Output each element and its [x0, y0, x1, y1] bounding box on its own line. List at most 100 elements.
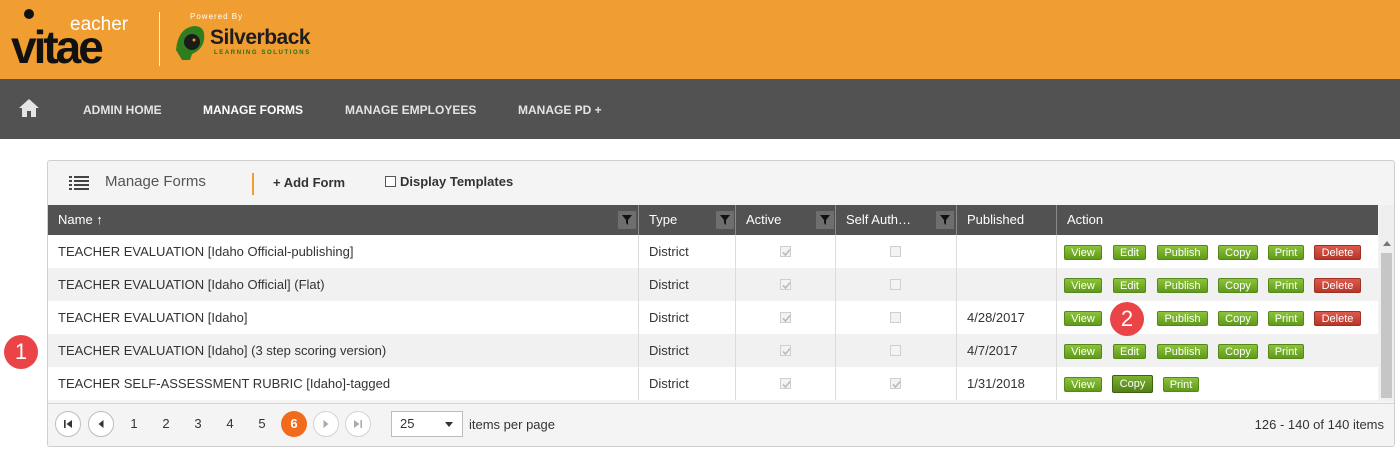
copy-button[interactable]: Copy [1218, 278, 1258, 293]
print-button[interactable]: Print [1268, 344, 1304, 359]
partner-name: Silverback [210, 26, 311, 49]
items-per-page-label: items per page [469, 417, 555, 432]
publish-button[interactable]: Publish [1157, 278, 1208, 293]
header-divider [159, 12, 160, 66]
filter-type-icon[interactable] [716, 211, 734, 229]
first-page-button[interactable] [55, 411, 81, 437]
cell-self-auth [836, 235, 957, 268]
page-3-button[interactable]: 3 [185, 411, 211, 437]
view-button[interactable]: View [1064, 311, 1102, 326]
view-button[interactable]: View [1064, 344, 1102, 359]
edit-button[interactable]: Edit [1113, 278, 1146, 293]
cell-type: District [639, 235, 736, 268]
copy-button[interactable]: Copy [1218, 344, 1258, 359]
view-button[interactable]: View [1064, 377, 1102, 392]
edit-button[interactable]: Edit [1113, 344, 1146, 359]
cell-active [736, 301, 836, 334]
page-6-button[interactable]: 6 [281, 411, 307, 437]
page-1-button[interactable]: 1 [121, 411, 147, 437]
column-header-published[interactable]: Published [957, 205, 1057, 235]
print-button[interactable]: Print [1163, 377, 1199, 392]
table-row[interactable]: TEACHER SELF-ASSESSMENT RUBRIC [Idaho]-t… [48, 367, 1378, 400]
delete-button[interactable]: Delete [1314, 311, 1361, 326]
print-button[interactable]: Print [1268, 278, 1304, 293]
publish-button[interactable]: Publish [1157, 311, 1208, 326]
filter-active-icon[interactable] [816, 211, 834, 229]
table-row[interactable]: TEACHER EVALUATION [Idaho] District 4/28… [48, 301, 1378, 334]
table-row[interactable]: TEACHER EVALUATION [Idaho Official] (Fla… [48, 268, 1378, 301]
cell-published: 4/28/2017 [957, 301, 1057, 334]
add-form-button[interactable]: + Add Form [273, 175, 345, 190]
table-row[interactable]: TEACHER EVALUATION [Idaho] (3 step scori… [48, 334, 1378, 367]
publish-button[interactable]: Publish [1157, 344, 1208, 359]
last-page-button[interactable] [345, 411, 371, 437]
cell-name: TEACHER EVALUATION [Idaho] (3 step scori… [48, 334, 639, 367]
items-per-page-select[interactable]: 25 [391, 411, 463, 437]
edit-button[interactable]: Edit [1113, 245, 1146, 260]
delete-button[interactable]: Delete [1314, 245, 1361, 260]
page-2-button[interactable]: 2 [153, 411, 179, 437]
copy-button[interactable]: Copy [1218, 311, 1258, 326]
self-auth-checkbox [890, 246, 901, 257]
nav-manage-forms[interactable]: MANAGE FORMS [203, 103, 303, 117]
previous-page-button[interactable] [88, 411, 114, 437]
list-icon [69, 176, 89, 190]
cell-actions: View Copy Print [1057, 367, 1378, 400]
publish-button[interactable]: Publish [1157, 245, 1208, 260]
items-per-page-value: 25 [400, 416, 415, 431]
page-4-button[interactable]: 4 [217, 411, 243, 437]
copy-button[interactable]: Copy [1112, 375, 1153, 393]
home-icon[interactable] [18, 98, 40, 118]
column-header-name[interactable]: Name ↑ [48, 205, 639, 235]
filter-self-auth-icon[interactable] [936, 211, 954, 229]
cell-type: District [639, 301, 736, 334]
toolbar-separator [252, 173, 254, 195]
nav-admin-home[interactable]: ADMIN HOME [83, 103, 162, 117]
scrollbar-thumb[interactable] [1381, 253, 1392, 398]
delete-button[interactable]: Delete [1314, 278, 1361, 293]
panel-title: Manage Forms [105, 173, 206, 190]
page-5-button[interactable]: 5 [249, 411, 275, 437]
panel-toolbar: Manage Forms + Add Form Display Template… [48, 161, 1394, 205]
print-button[interactable]: Print [1268, 245, 1304, 260]
cell-name: TEACHER EVALUATION [Idaho Official-publi… [48, 235, 639, 268]
teacher-vitae-logo[interactable]: vitae eacher [8, 6, 143, 68]
self-auth-checkbox [890, 279, 901, 290]
view-button[interactable]: View [1064, 278, 1102, 293]
partner-tagline: LEARNING SOLUTIONS [214, 50, 311, 56]
cell-active [736, 235, 836, 268]
cell-published [957, 235, 1057, 268]
nav-manage-employees[interactable]: MANAGE EMPLOYEES [345, 103, 476, 117]
print-button[interactable]: Print [1268, 311, 1304, 326]
chevron-down-icon [445, 422, 453, 427]
nav-manage-pd[interactable]: MANAGE PD + [518, 103, 602, 117]
table-row[interactable]: TEACHER EVALUATION [Idaho Official-publi… [48, 235, 1378, 268]
step-marker-1: 1 [4, 335, 38, 369]
cell-published: 1/31/2018 [957, 367, 1057, 400]
display-templates-checkbox[interactable] [385, 176, 396, 187]
active-checkbox [780, 246, 791, 257]
cell-name: TEACHER EVALUATION [Idaho Official] (Fla… [48, 268, 639, 301]
display-templates-label: Display Templates [400, 174, 514, 189]
scroll-up-arrow-icon[interactable] [1383, 241, 1391, 246]
active-checkbox [780, 279, 791, 290]
view-button[interactable]: View [1064, 245, 1102, 260]
self-auth-checkbox [890, 345, 901, 356]
cell-active [736, 268, 836, 301]
copy-button[interactable]: Copy [1218, 245, 1258, 260]
display-templates-toggle[interactable]: Display Templates [385, 174, 513, 189]
cell-self-auth [836, 334, 957, 367]
main-nav: ADMIN HOME MANAGE FORMS MANAGE EMPLOYEES… [0, 79, 1400, 139]
manage-forms-panel: Manage Forms + Add Form Display Template… [47, 160, 1395, 447]
next-page-button[interactable] [313, 411, 339, 437]
silverback-logo-icon [176, 26, 205, 60]
cell-actions: View Edit Publish Copy Print Delete [1057, 268, 1378, 301]
step-marker-2: 2 [1110, 302, 1144, 336]
cell-type: District [639, 367, 736, 400]
cell-name: TEACHER SELF-ASSESSMENT RUBRIC [Idaho]-t… [48, 367, 639, 400]
filter-name-icon[interactable] [618, 211, 636, 229]
pager: 1 2 3 4 5 6 25 items per page 126 - 140 … [48, 403, 1394, 446]
cell-name: TEACHER EVALUATION [Idaho] [48, 301, 639, 334]
cell-published: 4/7/2017 [957, 334, 1057, 367]
cell-self-auth [836, 268, 957, 301]
